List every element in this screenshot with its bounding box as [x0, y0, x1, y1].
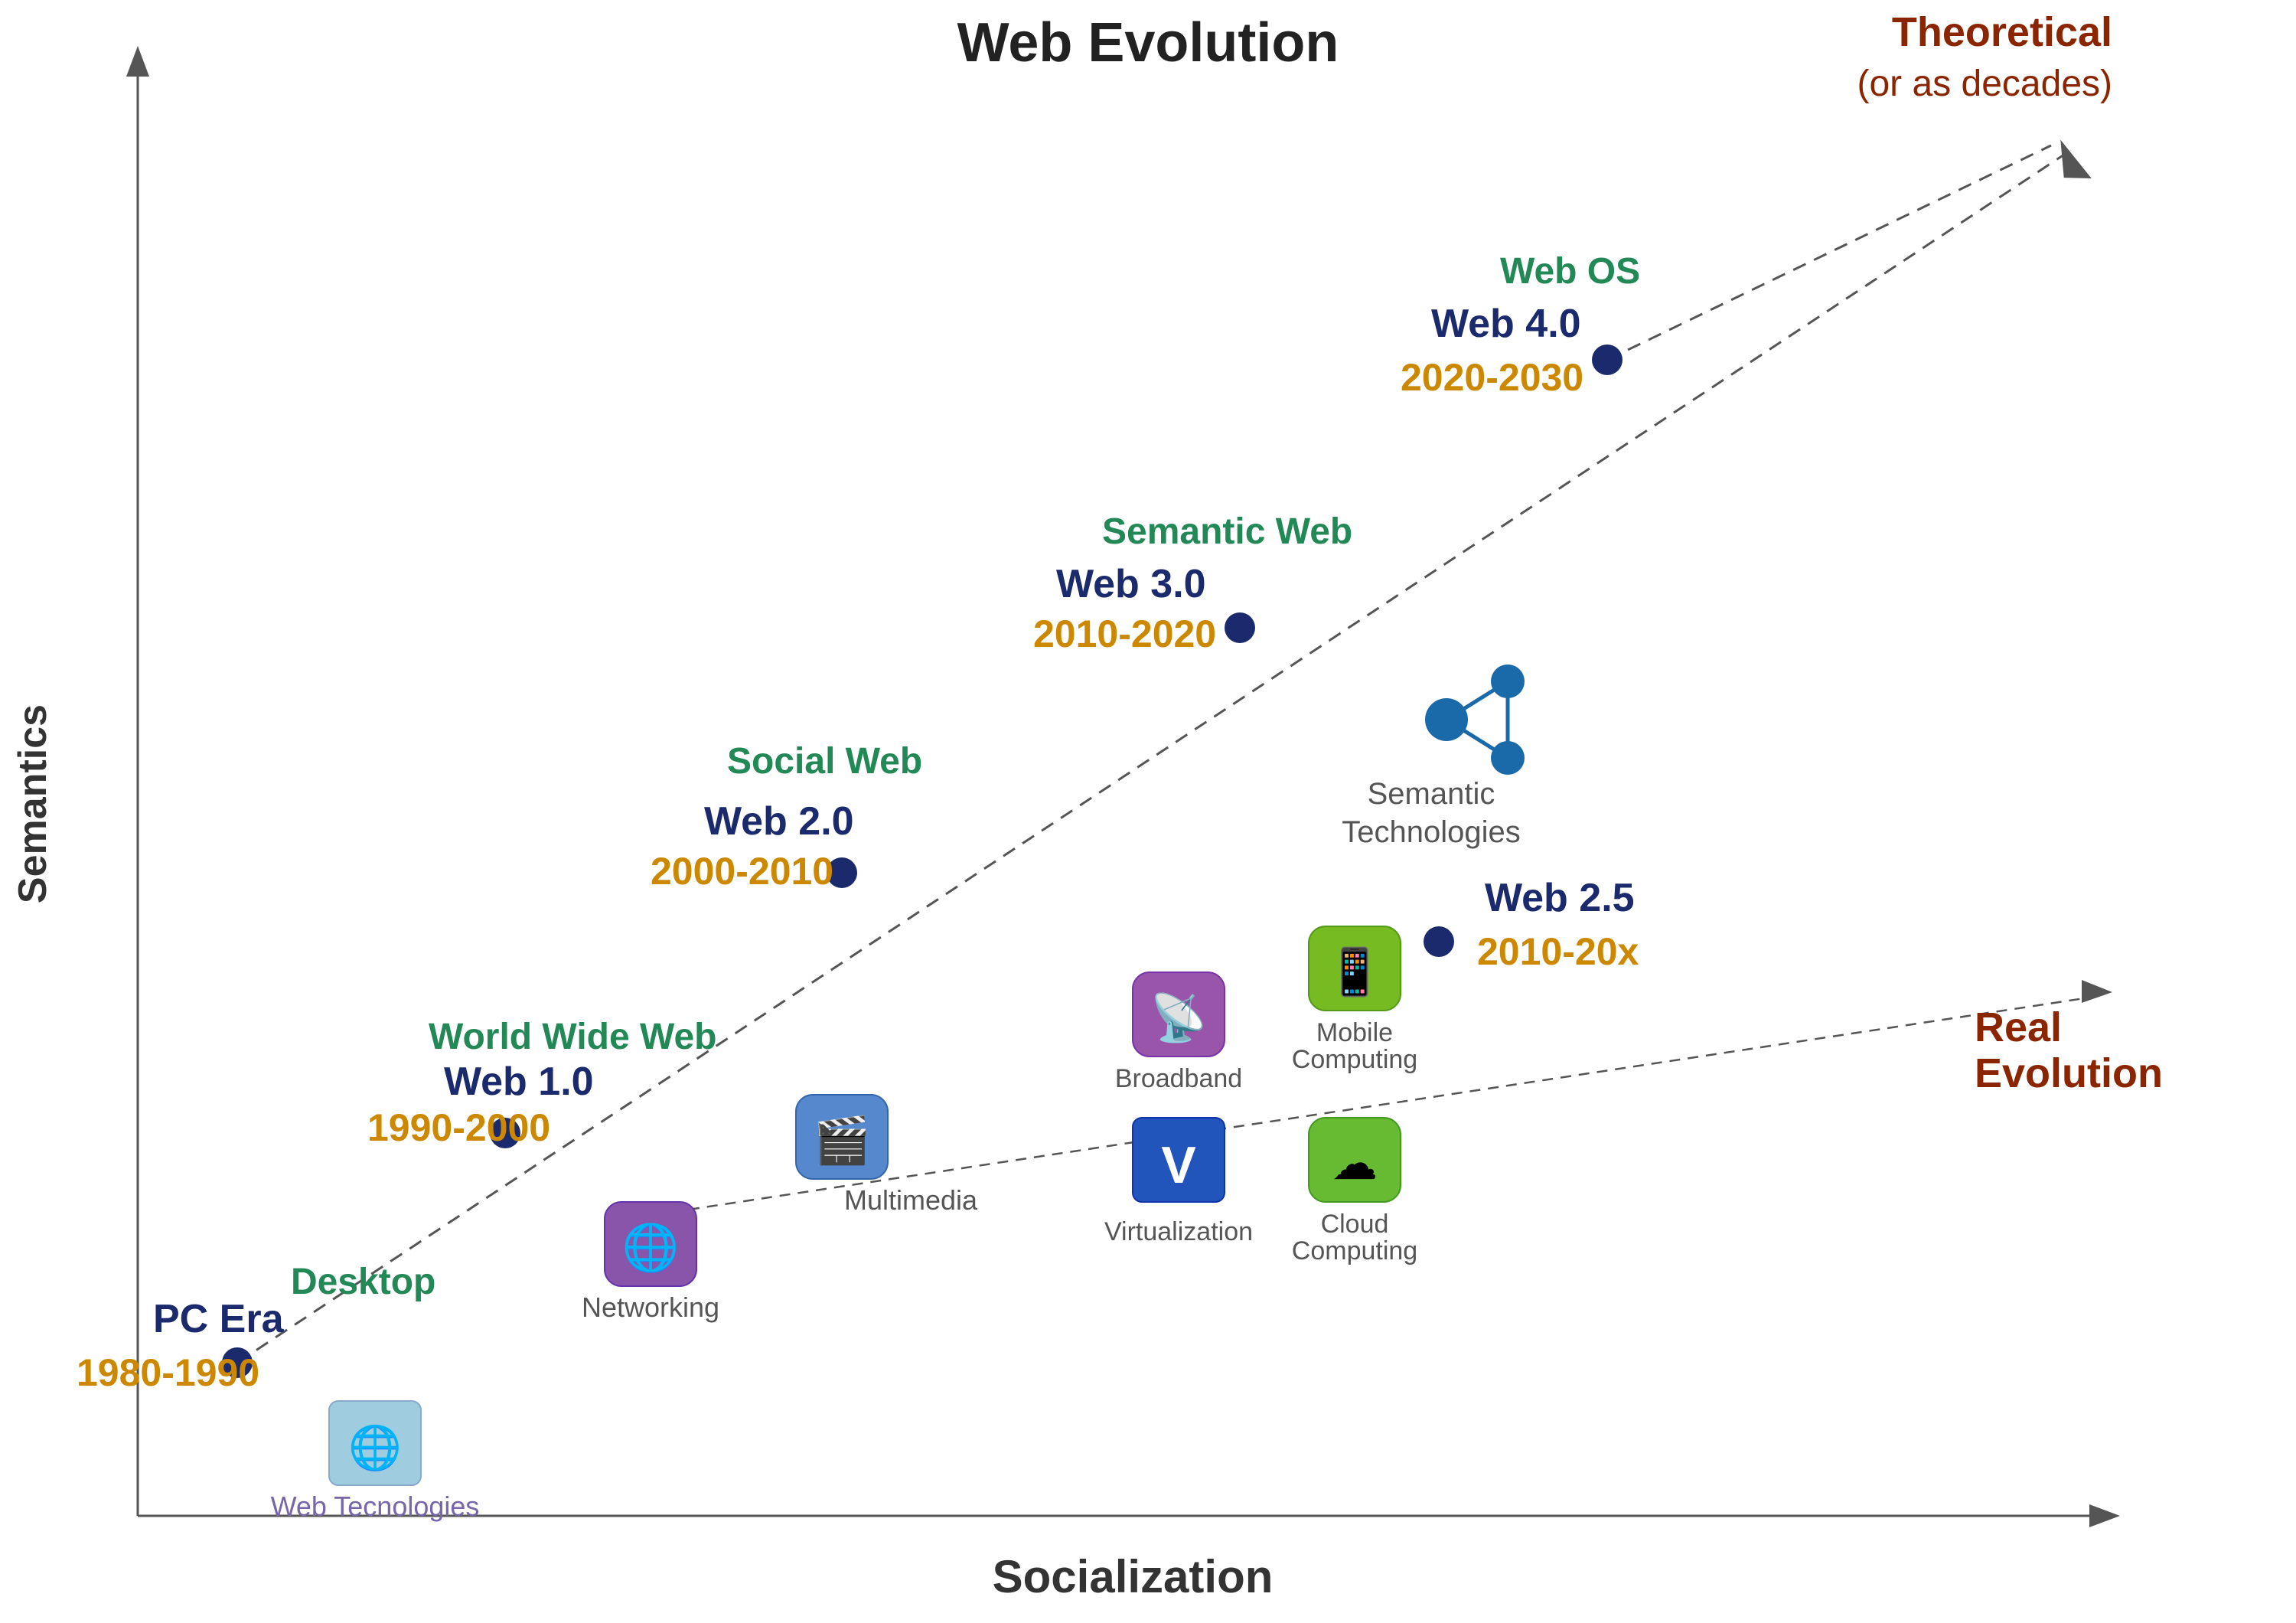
svg-text:📱: 📱: [1326, 945, 1384, 998]
svg-text:2020-2030: 2020-2030: [1401, 356, 1583, 399]
svg-text:Computing: Computing: [1292, 1236, 1417, 1265]
svg-text:Web 1.0: Web 1.0: [444, 1060, 594, 1104]
svg-text:2010-20x: 2010-20x: [1477, 930, 1639, 973]
svg-text:Computing: Computing: [1292, 1045, 1417, 1074]
svg-text:🌐: 🌐: [348, 1423, 402, 1472]
svg-text:Multimedia: Multimedia: [844, 1184, 978, 1216]
svg-text:Cloud: Cloud: [1321, 1210, 1389, 1239]
svg-text:Web OS: Web OS: [1500, 251, 1640, 292]
svg-text:Web 3.0: Web 3.0: [1056, 562, 1206, 606]
svg-text:📡: 📡: [1150, 988, 1208, 1044]
svg-text:Semantic: Semantic: [1368, 777, 1495, 811]
svg-text:Semantics: Semantics: [11, 704, 55, 903]
svg-text:🌐: 🌐: [622, 1221, 680, 1274]
svg-text:🎬: 🎬: [814, 1114, 871, 1167]
svg-text:Web 4.0: Web 4.0: [1431, 302, 1581, 346]
svg-text:Networking: Networking: [582, 1292, 719, 1323]
svg-text:Evolution: Evolution: [1975, 1050, 2163, 1096]
svg-text:Real: Real: [1975, 1004, 2062, 1050]
svg-text:Broadband: Broadband: [1115, 1064, 1242, 1093]
svg-text:Socialization: Socialization: [993, 1551, 1274, 1602]
svg-text:Web Evolution: Web Evolution: [957, 12, 1339, 73]
svg-text:☁: ☁: [1332, 1138, 1378, 1189]
svg-text:Web 2.5: Web 2.5: [1485, 876, 1635, 920]
chart-container: Semantics Socialization Web Evolution Th…: [0, 0, 2296, 1623]
svg-text:World Wide Web: World Wide Web: [429, 1017, 716, 1057]
svg-text:1980-1990: 1980-1990: [77, 1351, 259, 1394]
svg-text:(or as decades): (or as decades): [1857, 64, 2113, 104]
svg-text:Mobile: Mobile: [1316, 1018, 1393, 1047]
svg-text:V: V: [1161, 1136, 1195, 1194]
svg-text:Web Tecnologies: Web Tecnologies: [271, 1491, 480, 1522]
svg-text:Web 2.0: Web 2.0: [704, 799, 854, 844]
svg-text:Semantic Web: Semantic Web: [1102, 511, 1352, 552]
svg-text:Social Web: Social Web: [727, 741, 922, 782]
svg-text:Theoretical: Theoretical: [1892, 9, 2112, 55]
svg-text:2010-2020: 2010-2020: [1033, 612, 1216, 655]
svg-text:PC Era: PC Era: [153, 1297, 285, 1341]
svg-text:Desktop: Desktop: [291, 1262, 435, 1302]
svg-text:2000-2010: 2000-2010: [651, 850, 833, 893]
svg-text:1990-2000: 1990-2000: [367, 1106, 550, 1149]
svg-text:Virtualization: Virtualization: [1104, 1217, 1253, 1246]
svg-text:Technologies: Technologies: [1342, 815, 1521, 849]
